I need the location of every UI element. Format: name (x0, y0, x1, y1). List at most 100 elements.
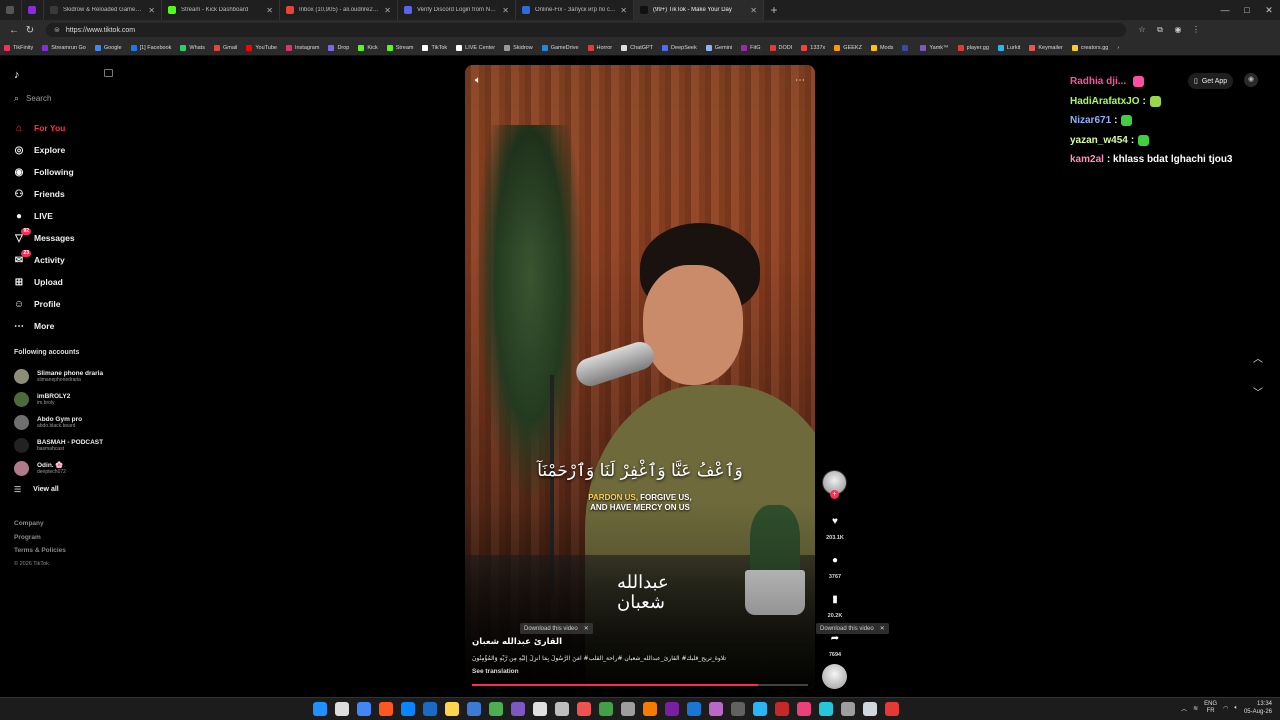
new-tab-button[interactable]: + (764, 3, 784, 17)
nav-item-following[interactable]: ◉ Following (12, 161, 127, 183)
taskbar-app-icon[interactable] (313, 702, 327, 716)
follow-plus-icon[interactable]: + (830, 490, 839, 499)
nav-item-profile[interactable]: ☺ Profile (12, 293, 127, 315)
bookmark-item[interactable]: GameDrive (541, 44, 579, 51)
nav-item-explore[interactable]: ◎ Explore (12, 139, 127, 161)
tab-close-icon[interactable]: ✕ (266, 6, 273, 15)
browser-tab[interactable]: Verify Discord Login from New Lo ✕ (398, 0, 516, 20)
tab-close-icon[interactable]: ✕ (148, 6, 155, 15)
next-video-icon[interactable]: ﹀ (1250, 384, 1266, 418)
taskbar-app-icon[interactable] (489, 702, 503, 716)
bookmark-item[interactable]: Kick (358, 44, 378, 51)
bookmark-item[interactable]: Gemini (705, 44, 732, 51)
language-indicator[interactable]: ENG FR (1204, 701, 1217, 715)
chat-username[interactable]: Nizar671 (1070, 115, 1111, 126)
taskbar-app-icon[interactable] (511, 702, 525, 716)
footer-link-company[interactable]: Company (14, 517, 66, 531)
taskbar-app-icon[interactable] (467, 702, 481, 716)
taskbar-app-icon[interactable] (335, 702, 349, 716)
url-field[interactable]: ⊜ https://www.tiktok.com (46, 23, 1126, 37)
video-player[interactable]: 🔈︎ ⋯ وَٱعْفُ عَنَّا وَٱغْفِرْ لَنَا وَٱر… (465, 65, 815, 689)
taskbar-app-icon[interactable] (709, 702, 723, 716)
following-account[interactable]: BASMAH - PODCAST basmahcast (14, 434, 129, 457)
clock[interactable]: 13:34 05-Aug-26 (1244, 700, 1272, 716)
comment-button[interactable]: ● 3767 (820, 555, 850, 580)
collapse-sidebar-icon[interactable] (104, 69, 113, 77)
share-button[interactable]: ➦ 7694 (820, 633, 850, 658)
close-window-button[interactable]: ✕ (1258, 0, 1280, 20)
tab-close-icon[interactable]: ✕ (502, 6, 509, 15)
taskbar-app-icon[interactable] (863, 702, 877, 716)
star-icon[interactable]: ☆ (1136, 25, 1148, 35)
taskbar-app-icon[interactable] (753, 702, 767, 716)
see-translation-link[interactable]: See translation (472, 668, 519, 675)
taskbar-app-icon[interactable] (577, 702, 591, 716)
taskbar-app-icon[interactable] (533, 702, 547, 716)
nav-item-live[interactable]: ● LIVE (12, 205, 127, 227)
tiktok-logo-icon[interactable]: ♪ (14, 69, 20, 81)
taskbar-app-icon[interactable] (379, 702, 393, 716)
bookmark-item[interactable]: TikFinity (4, 44, 33, 51)
nav-item-messages[interactable]: ▽ 92 Messages (12, 227, 127, 249)
taskbar-app-icon[interactable] (423, 702, 437, 716)
nav-item-upload[interactable]: ⊞ Upload (12, 271, 127, 293)
speaker-icon[interactable]: 🔈︎ (1234, 705, 1238, 712)
video-more-icon[interactable]: ⋯ (795, 75, 805, 86)
reload-icon[interactable]: ↻ (22, 25, 38, 36)
menu-icon[interactable]: ⋮ (1190, 25, 1202, 35)
maximize-button[interactable]: □ (1236, 0, 1258, 20)
bookmark-item[interactable]: ChatGPT (621, 44, 653, 51)
bookmark-item[interactable]: YouTube (246, 44, 277, 51)
bookmark-item[interactable]: Keymailer (1029, 44, 1063, 51)
chat-username[interactable]: kam2al (1070, 154, 1104, 165)
download-close-icon-2[interactable]: ✕ (880, 625, 885, 632)
taskbar-app-icon[interactable] (687, 702, 701, 716)
bookmark-item[interactable]: Whats (180, 44, 205, 51)
bookmark-item[interactable]: FitG (741, 44, 761, 51)
tab-close-icon[interactable]: ✕ (750, 6, 757, 15)
profile-icon[interactable]: ◉ (1172, 25, 1184, 35)
taskbar-app-icon[interactable] (621, 702, 635, 716)
video-progress-bar[interactable] (472, 684, 808, 686)
footer-link-program[interactable]: Program (14, 531, 66, 545)
bookmark-item[interactable]: Stream (386, 44, 413, 51)
site-info-icon[interactable]: ⊜ (54, 26, 60, 34)
taskbar-app-icon[interactable] (731, 702, 745, 716)
like-button[interactable]: ♥ 203.1K (820, 516, 850, 541)
taskbar-app-icon[interactable] (665, 702, 679, 716)
taskbar-app-icon[interactable] (357, 702, 371, 716)
bookmark-item[interactable]: Google (94, 44, 122, 51)
nav-item-activity[interactable]: ✉ 23 Activity (12, 249, 127, 271)
bookmark-item[interactable]: Drop (328, 44, 349, 51)
network-icon[interactable]: ≋ (1193, 705, 1198, 712)
taskbar-app-icon[interactable] (841, 702, 855, 716)
taskbar-app-icon[interactable] (643, 702, 657, 716)
following-account[interactable]: Odin. 🌸 deeptech072 (14, 457, 129, 480)
bookmark-item[interactable]: LIVE Center (456, 44, 495, 51)
music-disc-avatar[interactable] (822, 664, 847, 689)
back-icon[interactable]: ← (6, 25, 22, 36)
bookmark-item[interactable]: Skidrow (504, 44, 533, 51)
search-input[interactable]: ⌕ Search (14, 93, 51, 104)
bookmark-item[interactable] (902, 44, 911, 51)
taskbar-app-icon[interactable] (885, 702, 899, 716)
save-button[interactable]: ▮ 20.2K (820, 594, 850, 619)
chat-username[interactable]: Radhia dji... (1070, 76, 1126, 87)
previous-video-icon[interactable]: ︿ (1250, 350, 1266, 384)
volume-icon[interactable]: 🔈︎ (475, 75, 481, 86)
browser-tab[interactable]: Inbox (10,905) - ali.oudrire263@ ✕ (280, 0, 398, 20)
tab-close-icon[interactable]: ✕ (384, 6, 391, 15)
bookmark-item[interactable]: TikTok (422, 44, 447, 51)
download-overlay[interactable]: Download this video ✕ (520, 623, 593, 634)
following-account[interactable]: Abdo Gym pro abdo.black.beard (14, 411, 129, 434)
chat-username[interactable]: yazan_w454 (1070, 135, 1128, 146)
taskbar-app-icon[interactable] (775, 702, 789, 716)
bookmarks-overflow-icon[interactable]: › (1117, 45, 1119, 51)
browser-tab[interactable]: (99+) TikTok - Make Your Day ✕ (634, 0, 764, 20)
nav-item-friends[interactable]: ⚇ Friends (12, 183, 127, 205)
tray-chevron-icon[interactable]: ︿ (1181, 704, 1187, 713)
bookmark-item[interactable]: Streamrun Go (42, 44, 86, 51)
taskbar-app-icon[interactable] (401, 702, 415, 716)
tab-close-icon[interactable]: ✕ (620, 6, 627, 15)
minimize-button[interactable]: — (1214, 0, 1236, 20)
